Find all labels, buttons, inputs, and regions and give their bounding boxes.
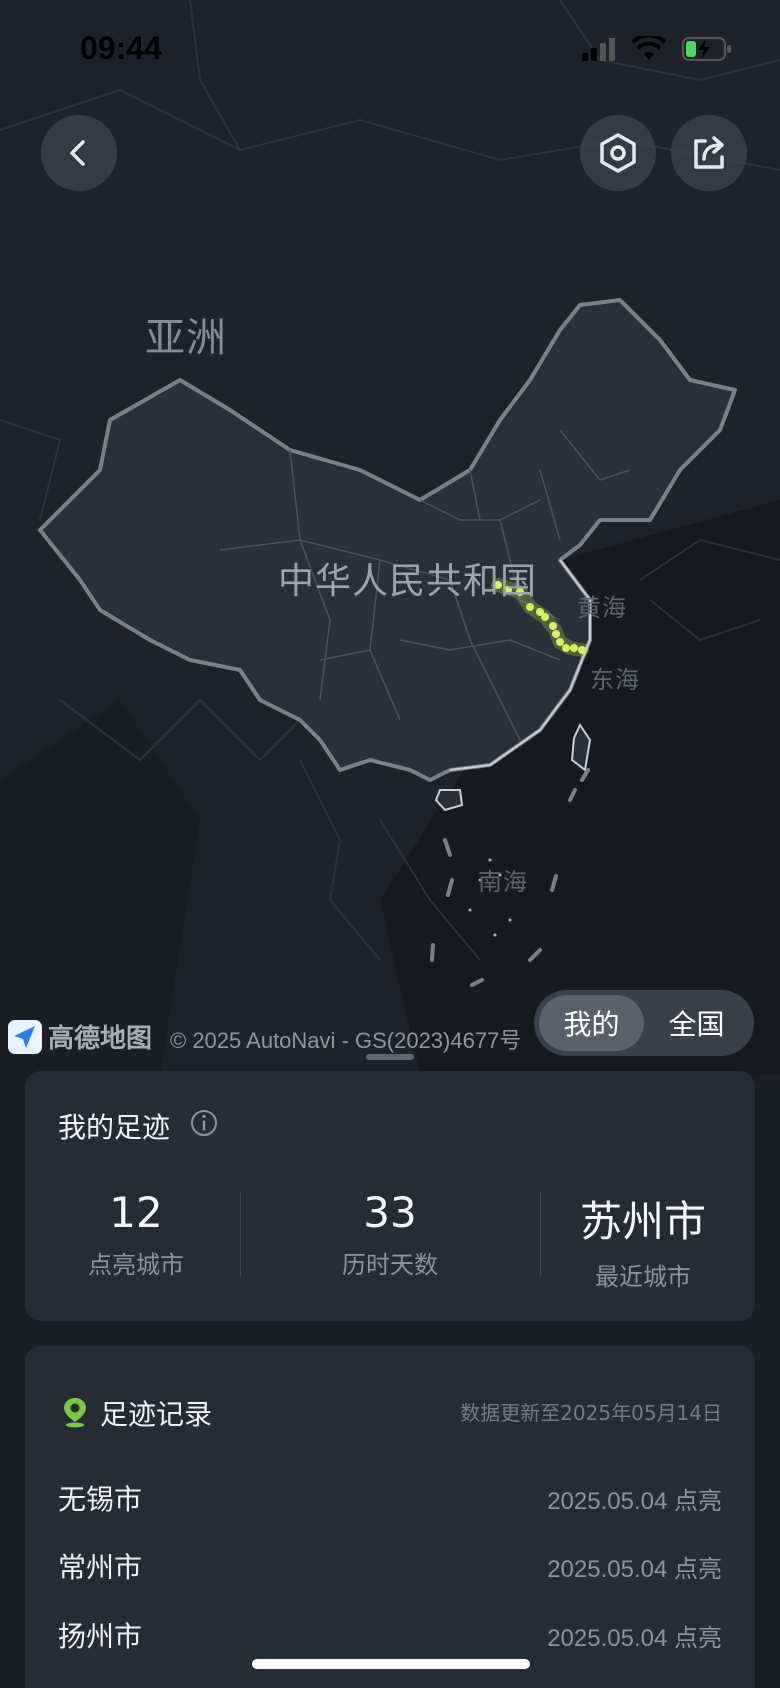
info-icon[interactable]	[190, 1109, 218, 1141]
record-date: 2025.05.04 点亮	[547, 1487, 722, 1515]
map-label-east-sea: 东海	[590, 666, 640, 694]
stat-value: 33	[363, 1188, 417, 1237]
stat-cities-lit: 12 点亮城市	[11, 1188, 261, 1280]
map-copyright: © 2025 AutoNavi - GS(2023)4677号	[170, 1028, 522, 1053]
share-icon	[694, 136, 724, 169]
map-view[interactable]: 亚洲 中华人民共和国 黄海 东海 南海	[0, 0, 780, 1075]
record-row[interactable]: 无锡市 2025.05.04 点亮	[58, 1478, 722, 1518]
stat-label: 历时天数	[342, 1251, 438, 1279]
tab-mine[interactable]: 我的	[539, 995, 644, 1051]
status-time: 09:44	[80, 30, 162, 66]
amap-logo-text: 高德地图	[48, 1024, 153, 1054]
hexagon-settings-icon	[600, 133, 636, 173]
battery-icon	[682, 37, 731, 61]
stat-divider	[240, 1192, 241, 1276]
tab-national[interactable]: 全国	[644, 995, 749, 1051]
map-label-south-sea: 南海	[478, 868, 528, 896]
map-label-yellow-sea: 黄海	[577, 594, 627, 622]
footprint-summary-title: 我的足迹	[58, 1111, 171, 1144]
record-row[interactable]: 常州市 2025.05.04 点亮	[58, 1546, 722, 1586]
stat-value: 苏州市	[579, 1197, 706, 1246]
sheet-drag-handle[interactable]	[366, 1054, 414, 1060]
scope-toggle: 我的 全国	[534, 990, 754, 1056]
amap-logo: 高德地图	[8, 1018, 152, 1055]
stat-label: 最近城市	[595, 1263, 691, 1291]
status-icons	[580, 36, 732, 62]
home-indicator[interactable]	[252, 1659, 530, 1669]
record-date: 2025.05.04 点亮	[547, 1624, 722, 1652]
share-button[interactable]	[671, 115, 747, 191]
stat-days: 33 历时天数	[265, 1188, 515, 1280]
chevron-left-icon	[70, 140, 85, 166]
record-city: 扬州市	[58, 1620, 143, 1653]
footprint-records-title: 足迹记录	[100, 1398, 213, 1431]
record-city: 常州市	[58, 1551, 143, 1584]
map-label-asia: 亚洲	[145, 315, 227, 361]
record-date: 2025.05.04 点亮	[547, 1555, 722, 1583]
amap-logo-icon	[8, 1019, 42, 1054]
map-canvas	[0, 0, 780, 1075]
data-updated-text: 数据更新至2025年05月14日	[460, 1401, 722, 1425]
settings-button[interactable]	[580, 115, 656, 191]
wifi-icon	[632, 36, 666, 60]
app-screen: 亚洲 中华人民共和国 黄海 东海 南海 09:44 高德地图 © 2025 Au…	[0, 0, 780, 1688]
location-pin-icon	[60, 1396, 90, 1432]
cellular-signal-icon	[582, 38, 615, 61]
map-label-china: 中华人民共和国	[278, 561, 538, 602]
record-row[interactable]: 扬州市 2025.05.04 点亮	[58, 1615, 722, 1655]
stat-value: 12	[109, 1188, 163, 1237]
stat-label: 点亮城市	[88, 1251, 184, 1279]
stat-recent-city: 苏州市 最近城市	[518, 1188, 768, 1292]
back-button[interactable]	[41, 115, 117, 191]
record-city: 无锡市	[58, 1483, 143, 1516]
